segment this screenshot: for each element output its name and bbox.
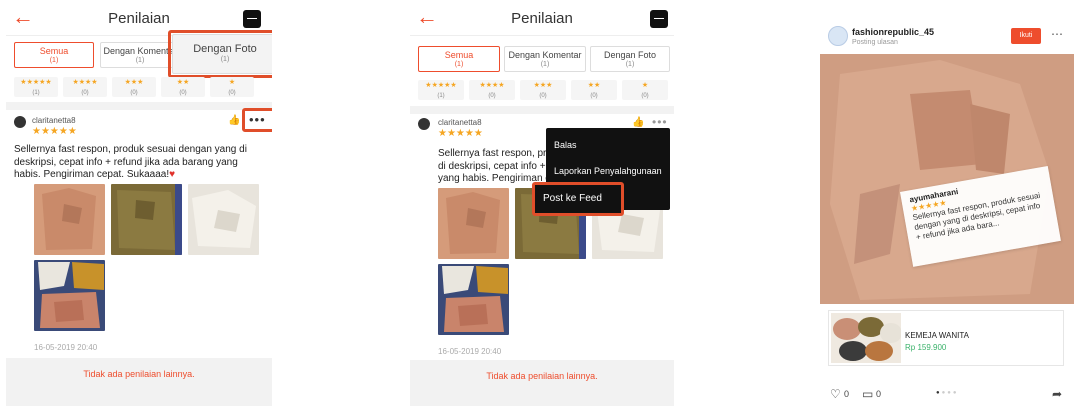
star-filter-3[interactable]: ★★★ (0) xyxy=(520,80,566,100)
star-filter-4[interactable]: ★★★★ (0) xyxy=(63,77,107,97)
chat-icon[interactable] xyxy=(243,10,261,28)
no-more-reviews: Tidak ada penilaian lainnya. xyxy=(83,369,195,379)
star-filter-5[interactable]: ★★★★★ (1) xyxy=(418,80,464,100)
review-screen-2: ← Penilaian Semua (1) Dengan Komentar (1… xyxy=(410,2,674,406)
post-to-feed-button[interactable]: Post ke Feed xyxy=(543,193,602,204)
review-photo-4[interactable] xyxy=(34,260,105,331)
avatar[interactable] xyxy=(418,118,430,130)
tab-label: Semua xyxy=(39,46,69,56)
menu-item-balas[interactable]: Balas xyxy=(554,140,577,150)
tab-label: Dengan Komentar xyxy=(508,50,582,60)
avatar[interactable] xyxy=(828,26,848,46)
like-count: 0 xyxy=(844,389,850,399)
highlight-box: Post ke Feed xyxy=(532,182,624,216)
heart-icon: ♥ xyxy=(169,169,176,180)
tab-label: Dengan Komentar xyxy=(103,46,177,56)
divider xyxy=(6,102,272,110)
star-filter-5[interactable]: ★★★★★ (1) xyxy=(14,77,58,97)
heart-outline-icon[interactable]: ♡ xyxy=(830,387,841,401)
more-options-icon[interactable]: ⋯ xyxy=(1051,27,1063,41)
no-more-reviews: Tidak ada penilaian lainnya. xyxy=(486,371,598,381)
comment-icon[interactable]: ▭ xyxy=(862,387,873,401)
product-image xyxy=(831,313,901,363)
tab-count: (1) xyxy=(625,61,635,68)
page-title: Penilaian xyxy=(511,10,573,27)
tab-dengan-komentar[interactable]: Dengan Komentar (1) xyxy=(504,46,586,72)
product-price: Rp 159.900 xyxy=(905,343,947,352)
star-filter-2[interactable]: ★★ (0) xyxy=(161,77,205,97)
product-card[interactable]: KEMEJA WANITA Rp 159.900 xyxy=(828,310,1064,366)
review-photo-3[interactable] xyxy=(188,184,259,255)
tab-count: (1) xyxy=(454,61,464,68)
review-date: 16-05-2019 20:40 xyxy=(438,347,502,356)
feed-account-name[interactable]: fashionrepublic_45 xyxy=(852,27,934,37)
review-photo-2[interactable] xyxy=(111,184,182,255)
footer xyxy=(410,360,674,406)
product-name: KEMEJA WANITA xyxy=(905,331,970,340)
page-title: Penilaian xyxy=(108,10,170,27)
menu-item-laporkan[interactable]: Laporkan Penyalahgunaan xyxy=(554,166,662,176)
header: ← Penilaian xyxy=(410,2,674,36)
tab-dengan-foto[interactable]: Dengan Foto (1) xyxy=(590,46,670,72)
carousel-dots: ●●●● xyxy=(936,390,959,396)
star-filter-4[interactable]: ★★★★ (0) xyxy=(469,80,515,100)
thumbs-up-icon[interactable]: 👍 xyxy=(632,117,644,128)
review-username[interactable]: clarita­netta8 xyxy=(438,118,482,127)
review-stars: ★★★★★ xyxy=(32,126,77,137)
tab-semua[interactable]: Semua (1) xyxy=(14,42,94,68)
review-photo-1[interactable] xyxy=(34,184,105,255)
review-photo-4[interactable] xyxy=(438,264,509,335)
more-options-icon[interactable]: ••• xyxy=(249,112,266,127)
feed-post-screen: fashionrepublic_45 Posting ulasan Ikuti … xyxy=(818,2,1076,406)
comment-count: 0 xyxy=(876,389,882,399)
footer xyxy=(6,358,272,406)
tab-count: (1) xyxy=(49,57,59,64)
follow-button[interactable]: Ikuti xyxy=(1011,28,1041,44)
review-photo-1[interactable] xyxy=(438,188,509,259)
tab-count: (1) xyxy=(540,61,550,68)
tab-label: Semua xyxy=(444,50,474,60)
review-text-content: Sellernya fast respon, produk sesuai den… xyxy=(14,144,247,180)
star-filter-1[interactable]: ★ (0) xyxy=(622,80,668,100)
review-stars: ★★★★★ xyxy=(438,128,483,139)
star-filter-2[interactable]: ★★ (0) xyxy=(571,80,617,100)
tab-semua[interactable]: Semua (1) xyxy=(418,46,500,72)
divider xyxy=(410,106,674,114)
review-username[interactable]: clarita­netta8 xyxy=(32,116,76,125)
more-options-icon[interactable]: ••• xyxy=(652,115,668,129)
tab-label: Dengan Foto xyxy=(603,50,657,60)
review-text: Sellernya fast respon, produk sesuai den… xyxy=(14,144,264,182)
review-date: 16-05-2019 20:40 xyxy=(34,343,98,352)
avatar[interactable] xyxy=(14,116,26,128)
share-icon[interactable]: ➦ xyxy=(1052,387,1062,401)
review-screen-1: ← Penilaian Semua (1) Dengan Komentar (1… xyxy=(6,2,272,406)
thumbs-up-icon[interactable]: 👍 xyxy=(228,115,240,126)
star-filter-3[interactable]: ★★★ (0) xyxy=(112,77,156,97)
feed-post-subtitle: Posting ulasan xyxy=(852,39,898,46)
highlight-box xyxy=(168,30,272,78)
star-filter-1[interactable]: ★ (0) xyxy=(210,77,254,97)
chat-icon[interactable] xyxy=(650,10,668,28)
